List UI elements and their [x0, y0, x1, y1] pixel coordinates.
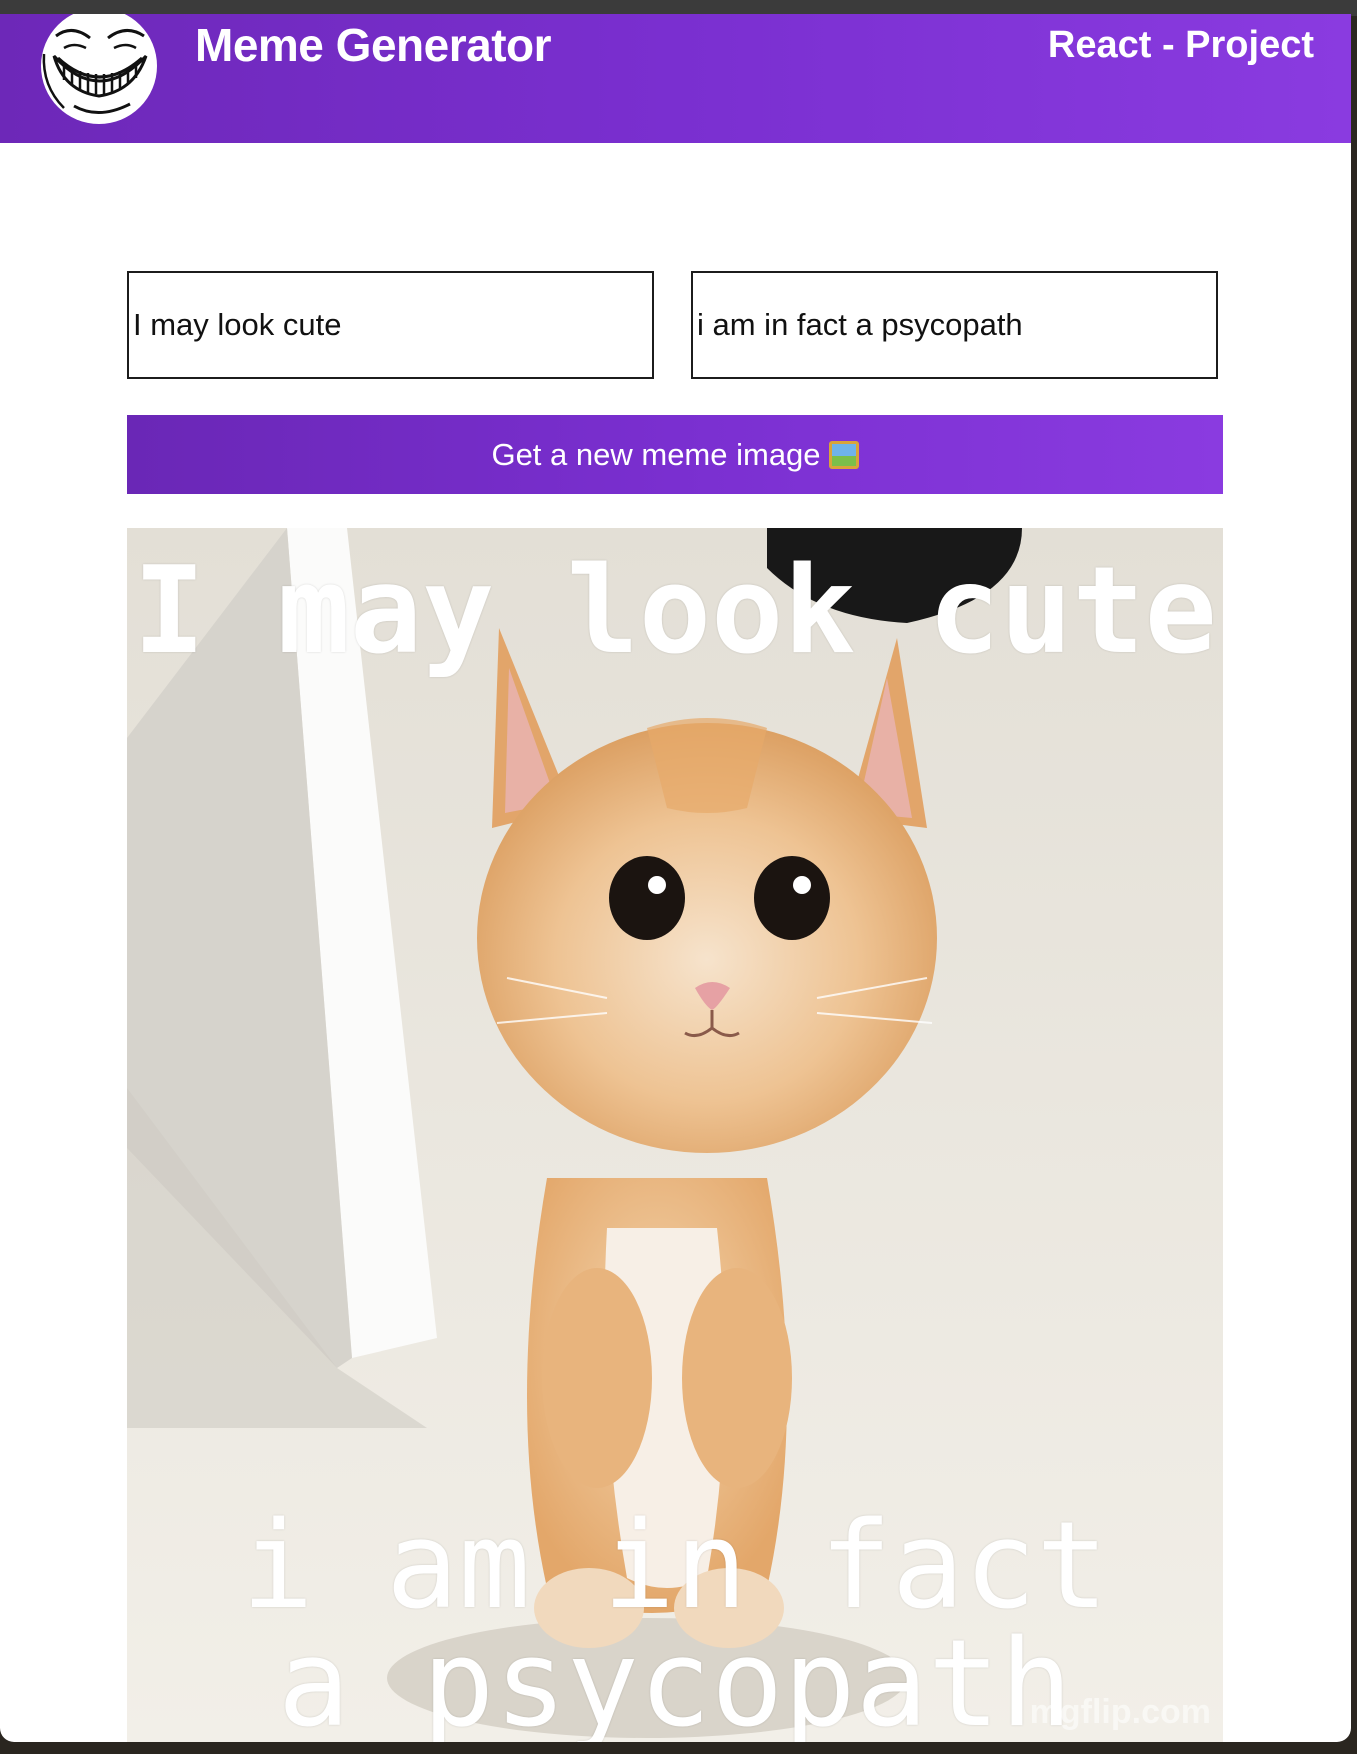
- browser-window: Meme Generator React - Project Get a new…: [0, 14, 1351, 1742]
- bottom-text-input[interactable]: [691, 271, 1218, 379]
- get-new-meme-image-button[interactable]: Get a new meme image: [127, 415, 1223, 494]
- app-title: Meme Generator: [195, 19, 552, 71]
- app-header: Meme Generator React - Project: [0, 14, 1351, 143]
- picture-icon: [828, 440, 859, 469]
- top-text-input[interactable]: [127, 271, 654, 379]
- meme-watermark: mgflip.com: [1029, 1693, 1211, 1731]
- meme-top-text: I may look cute: [133, 542, 1217, 681]
- project-label: React - Project: [1047, 24, 1314, 66]
- meme-image: I may look cute i am in fact a psycopath…: [127, 528, 1223, 1742]
- troll-face-icon: [41, 14, 157, 124]
- get-new-meme-image-button-label: Get a new meme image: [491, 436, 821, 472]
